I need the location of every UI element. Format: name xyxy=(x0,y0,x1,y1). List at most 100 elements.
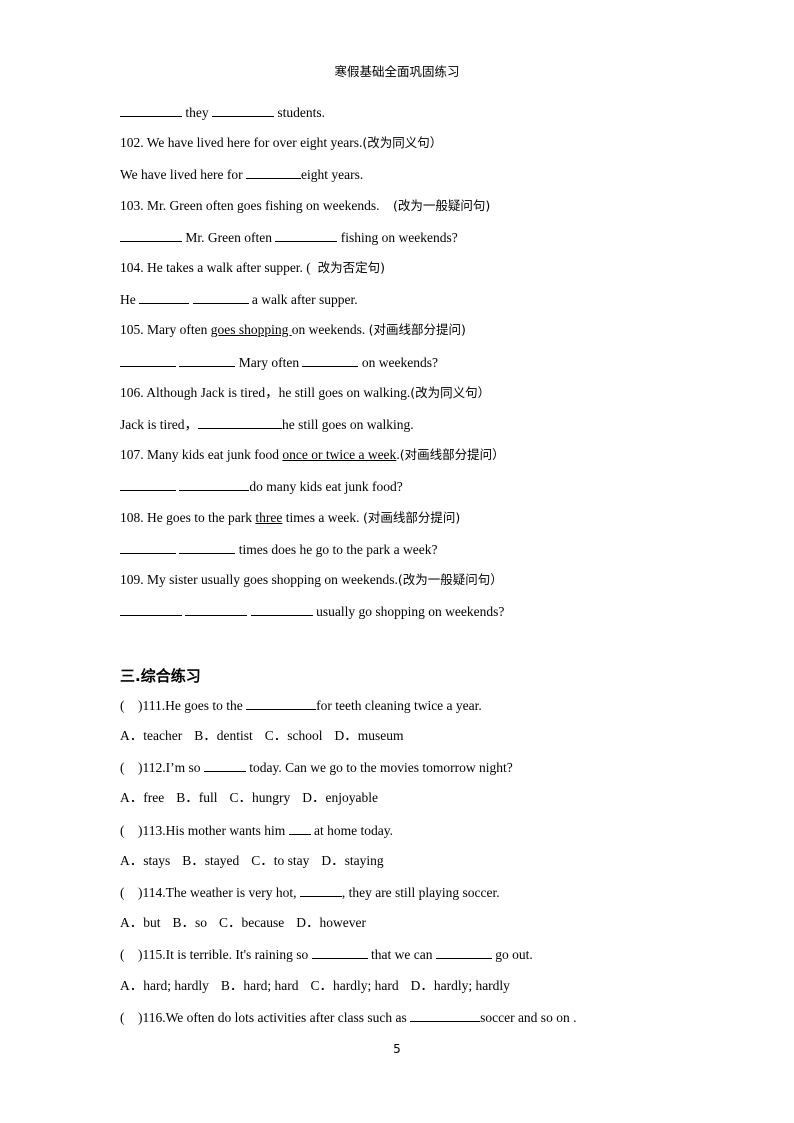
answer-line-102: We have lived here for eight years. xyxy=(120,166,363,183)
question-text: 108. He goes to the park xyxy=(120,510,256,525)
option-a[interactable]: A．teacher xyxy=(120,728,182,744)
instruction-note: (改为同义句） xyxy=(410,385,491,400)
mc-options-115: A．hard; hardly B．hard; hard C．hardly; hard… xyxy=(120,978,522,994)
question-text: times a week. xyxy=(282,510,363,525)
mc-options-113: A．stays B．stayed C．to stay D．staying xyxy=(120,853,396,869)
answer-blank[interactable] xyxy=(435,946,492,959)
answer-blank[interactable] xyxy=(120,541,176,554)
answer-blank[interactable] xyxy=(250,603,313,616)
page-number: 5 xyxy=(393,1042,401,1056)
answer-blank[interactable] xyxy=(288,822,311,835)
mc-question-113: ( )113.His mother wants him at home toda… xyxy=(120,822,393,839)
answer-blank[interactable] xyxy=(179,354,236,367)
question-102: 102. We have lived here for over eight y… xyxy=(120,135,442,151)
option-a[interactable]: A．stays xyxy=(120,853,170,869)
answer-blank[interactable] xyxy=(245,166,301,179)
answer-line-104: He a walk after supper. xyxy=(120,291,358,308)
answer-blank[interactable] xyxy=(246,697,317,710)
option-c[interactable]: C．to stay xyxy=(251,853,309,869)
underlined-phrase: three xyxy=(255,510,283,525)
option-d[interactable]: D．museum xyxy=(335,728,404,744)
option-d[interactable]: D．hardly; hardly xyxy=(411,978,510,994)
answer-line-109: usually go shopping on weekends? xyxy=(120,603,504,620)
instruction-note: (对画线部分提问) xyxy=(362,510,461,525)
text: usually go shopping on weekends? xyxy=(312,604,505,619)
mc-options-111: A．teacher B．dentist C．school D．museum xyxy=(120,728,416,744)
option-c[interactable]: C．hardly; hard xyxy=(310,978,398,994)
answer-blank[interactable] xyxy=(192,291,249,304)
mc-options-112: A．free B．full C．hungry D．enjoyable xyxy=(120,790,390,806)
answer-blank[interactable] xyxy=(120,104,182,117)
question-text: ( )112.I’m so xyxy=(120,760,204,775)
question-text: 105. Mary often xyxy=(120,322,211,337)
option-a[interactable]: A．free xyxy=(120,790,164,806)
instruction-note: (对画线部分提问） xyxy=(399,447,505,462)
text: Mr. Green often xyxy=(182,230,276,245)
answer-blank[interactable] xyxy=(197,416,282,429)
answer-blank[interactable] xyxy=(120,229,182,242)
option-b[interactable]: B．hard; hard xyxy=(221,978,299,994)
answer-blank[interactable] xyxy=(179,541,236,554)
question-text: ( )116.We often do lots activities after… xyxy=(120,1010,411,1025)
instruction-note: (改为一般疑问句) xyxy=(392,198,491,213)
mc-question-116: ( )116.We often do lots activities after… xyxy=(120,1009,576,1026)
text: they xyxy=(182,105,212,120)
answer-blank[interactable] xyxy=(302,354,359,367)
option-c[interactable]: C．hungry xyxy=(230,790,291,806)
option-a[interactable]: A．hard; hardly xyxy=(120,978,209,994)
question-text: soccer and so on . xyxy=(480,1010,577,1025)
question-text: that we can xyxy=(367,947,436,962)
option-b[interactable]: B．dentist xyxy=(194,728,253,744)
mc-question-115: ( )115.It is terrible. It's raining so t… xyxy=(120,946,533,963)
question-text: go out. xyxy=(491,947,533,962)
page-header-title: 寒假基础全面巩固练习 xyxy=(334,64,460,79)
text: do many kids eat junk food? xyxy=(249,479,403,494)
instruction-note: (改为同义句） xyxy=(362,135,443,150)
option-d[interactable]: D．staying xyxy=(321,853,383,869)
answer-blank[interactable] xyxy=(120,478,176,491)
mc-options-114: A．but B．so C．because D．however xyxy=(120,915,378,931)
question-text: for teeth cleaning twice a year. xyxy=(316,698,482,713)
answer-blank[interactable] xyxy=(179,478,250,491)
option-b[interactable]: B．full xyxy=(176,790,217,806)
mc-question-112: ( )112.I’m so today. Can we go to the mo… xyxy=(120,759,513,776)
section-heading: 三.综合练习 xyxy=(120,667,201,685)
answer-blank[interactable] xyxy=(275,229,338,242)
option-d[interactable]: D．however xyxy=(296,915,366,931)
answer-blank[interactable] xyxy=(299,884,342,897)
text: students. xyxy=(274,105,326,120)
text: He xyxy=(120,292,140,307)
question-106: 106. Although Jack is tired，he still goe… xyxy=(120,385,490,401)
instruction-note: (改为一般疑问句） xyxy=(397,572,503,587)
answer-blank[interactable] xyxy=(410,1009,481,1022)
question-text: 106. Although Jack is tired，he still goe… xyxy=(120,385,411,400)
option-b[interactable]: B．stayed xyxy=(182,853,239,869)
instruction-note: 改为否定句) xyxy=(317,260,385,275)
answer-line-101: they students. xyxy=(120,104,325,121)
question-text: today. Can we go to the movies tomorrow … xyxy=(245,760,513,775)
answer-blank[interactable] xyxy=(120,603,182,616)
question-text: 107. Many kids eat junk food xyxy=(120,447,283,462)
option-b[interactable]: B．so xyxy=(173,915,208,931)
text: Mary often xyxy=(235,355,303,370)
option-a[interactable]: A．but xyxy=(120,915,161,931)
underlined-phrase: goes shopping xyxy=(210,322,292,337)
question-103: 103. Mr. Green often goes fishing on wee… xyxy=(120,198,490,214)
answer-blank[interactable] xyxy=(185,603,248,616)
answer-blank[interactable] xyxy=(311,946,368,959)
option-c[interactable]: C．because xyxy=(219,915,284,931)
question-109: 109. My sister usually goes shopping on … xyxy=(120,572,503,588)
option-c[interactable]: C．school xyxy=(265,728,323,744)
mc-question-111: ( )111.He goes to the for teeth cleaning… xyxy=(120,697,482,714)
underlined-phrase: once or twice a week xyxy=(282,447,397,462)
answer-blank[interactable] xyxy=(139,291,190,304)
answer-blank[interactable] xyxy=(120,354,176,367)
answer-blank[interactable] xyxy=(212,104,274,117)
answer-blank[interactable] xyxy=(203,759,246,772)
text: eight years. xyxy=(300,167,364,182)
text: on weekends? xyxy=(358,355,438,370)
text: We have lived here for xyxy=(120,167,246,182)
answer-line-107: do many kids eat junk food? xyxy=(120,478,403,495)
text: Jack is tired， xyxy=(120,417,198,432)
option-d[interactable]: D．enjoyable xyxy=(302,790,378,806)
